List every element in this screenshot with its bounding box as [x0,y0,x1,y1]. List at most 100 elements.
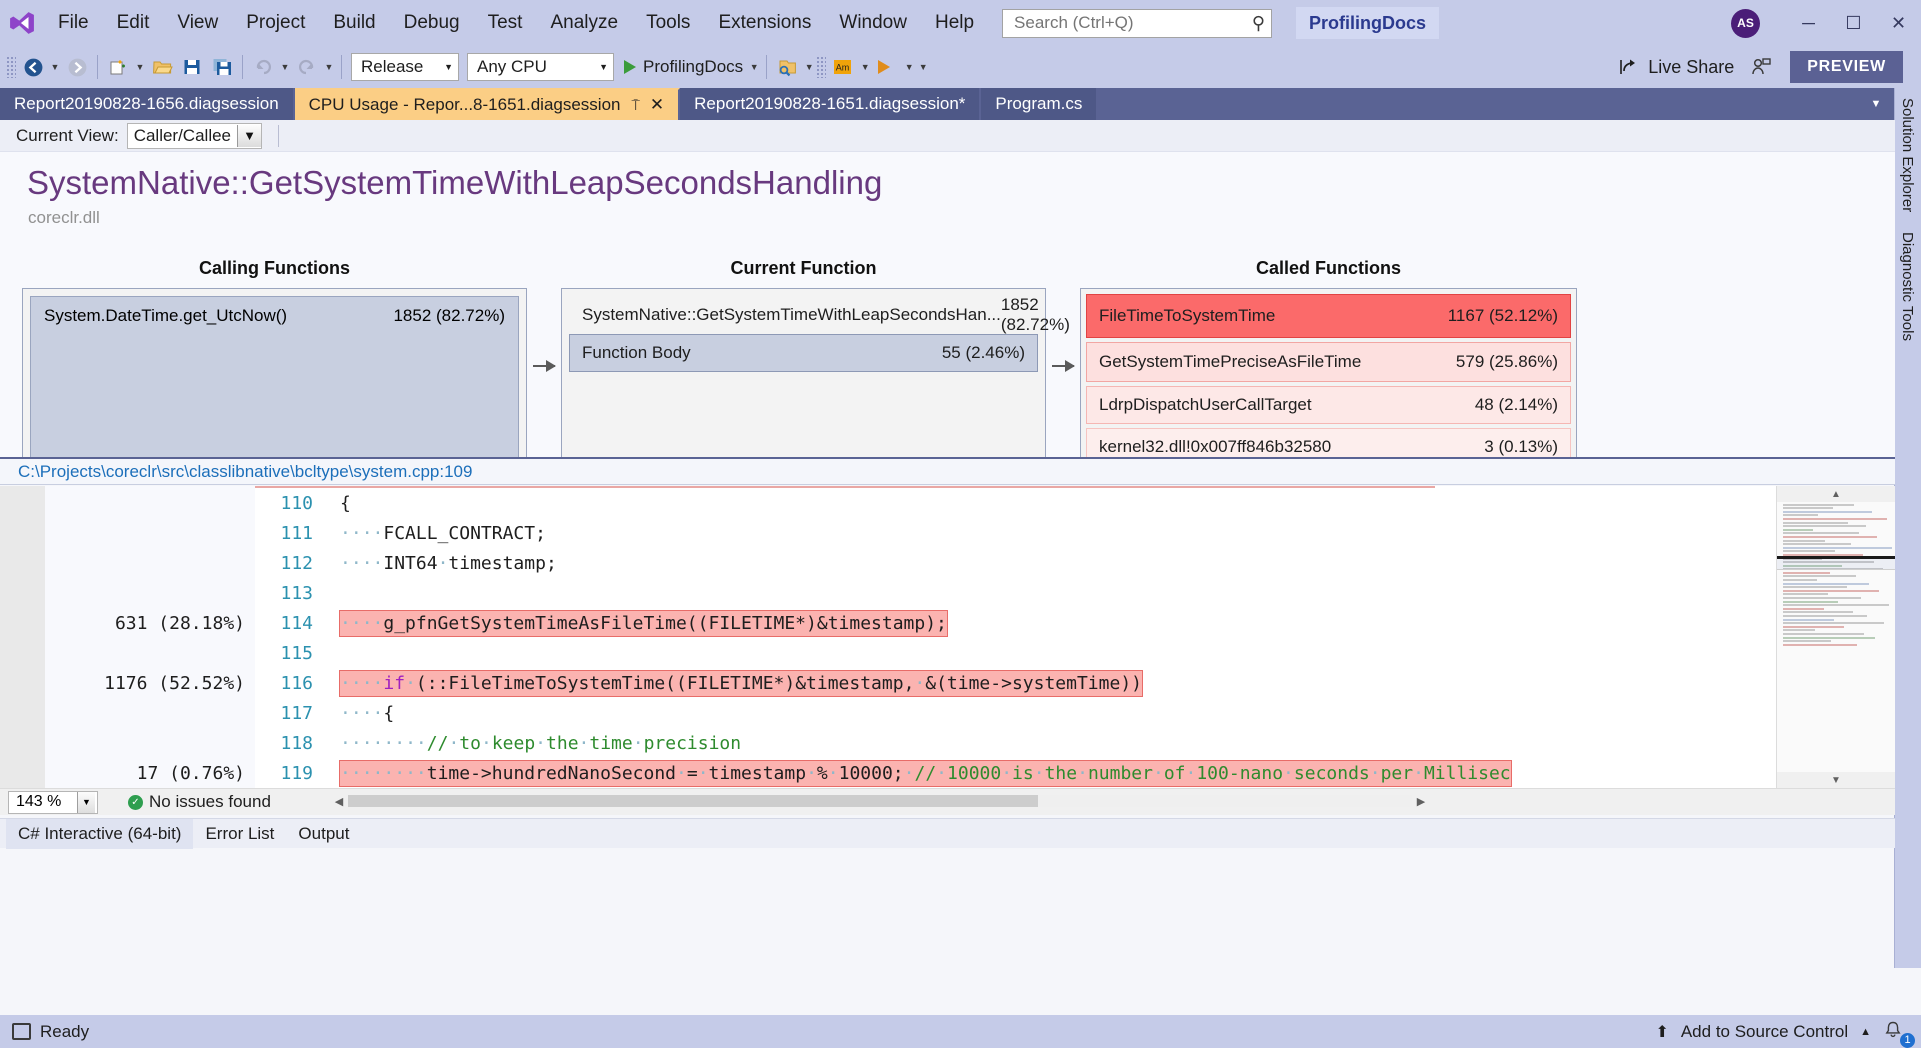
minimap-line [1783,589,1879,592]
menu-debug[interactable]: Debug [390,0,474,46]
zoom-level-combo[interactable]: 143 % ▼ [8,790,98,814]
undo-icon[interactable] [248,51,278,83]
menu-build[interactable]: Build [319,0,389,46]
tab-report-1656[interactable]: Report20190828-1656.diagsession [0,88,295,120]
notifications-button[interactable]: 1 [1883,1020,1915,1048]
live-share-button[interactable]: Live Share [1607,50,1746,84]
undo-dropdown-icon[interactable]: ▼ [278,51,292,83]
code-line[interactable]: 631 (28.18%) 114 ····g_pfnGetSystemTimeAsF… [0,608,1895,638]
chevron-down-icon[interactable]: ▼ [237,124,262,147]
save-all-icon[interactable] [207,51,237,83]
start-debugging-button[interactable]: ProfilingDocs [618,51,747,83]
issues-label: No issues found [149,792,271,811]
code-line[interactable]: 110 { [0,488,1895,518]
redo-dropdown-icon[interactable]: ▼ [322,51,336,83]
hscroll-track[interactable] [348,795,1412,807]
code-line[interactable]: 113 [0,578,1895,608]
code-editor[interactable]: 110 {111 ····FCALL_CONTRACT; 112 ····INT64·t… [0,486,1895,788]
toolbar-separator [97,55,98,79]
toolbar-grip-handle[interactable] [6,56,16,78]
tab-error-list[interactable]: Error List [193,819,286,849]
menu-tools[interactable]: Tools [632,0,704,46]
solution-configuration-combo[interactable]: Release ▼ [351,53,459,81]
redo-icon[interactable] [292,51,322,83]
navigate-backward-icon[interactable] [18,51,48,83]
avatar[interactable]: AS [1731,8,1760,38]
navigate-backward-dropdown-icon[interactable]: ▼ [48,51,62,83]
dock-diagnostic-tools[interactable]: Diagnostic Tools [1895,222,1920,351]
editor-minimap[interactable]: ▲ ▼ [1776,486,1895,788]
save-icon[interactable] [177,51,207,83]
scroll-up-icon[interactable]: ▲ [1777,486,1895,502]
toolbar-separator [278,124,280,147]
tab-report-1651[interactable]: Report20190828-1651.diagsession* [680,88,982,120]
search-input[interactable] [1012,12,1252,34]
issues-status[interactable]: ✓ No issues found [128,792,271,812]
toolbar-overflow-icon[interactable]: ▼ [916,51,930,83]
menu-edit[interactable]: Edit [103,0,164,46]
solution-platform-combo[interactable]: Any CPU ▼ [467,53,614,81]
hscroll-thumb[interactable] [348,795,1038,807]
code-line[interactable]: 17 (0.76%) 119 ········time->hundredNanoSe… [0,758,1895,788]
send-feedback-icon[interactable] [1746,51,1776,83]
source-file-path-bar[interactable]: C:\Projects\coreclr\src\classlibnative\b… [0,457,1895,485]
pin-icon[interactable]: ⍑ [632,97,640,114]
scroll-right-icon[interactable]: ▶ [1412,795,1430,808]
maximize-button[interactable]: ☐ [1831,0,1876,46]
tab-overflow-chevron-icon[interactable]: ▼ [1865,88,1887,120]
minimap-viewport[interactable] [1777,556,1895,570]
current-view-select[interactable]: Caller/Callee ▼ [126,122,263,149]
intellitest-dropdown-icon[interactable]: ▼ [858,51,872,83]
chevron-down-icon[interactable]: ▼ [77,791,95,813]
menu-project[interactable]: Project [232,0,319,46]
code-line[interactable]: 115 [0,638,1895,668]
menu-view[interactable]: View [163,0,232,46]
minimap-line [1783,618,1834,621]
start-target-dropdown-icon[interactable]: ▼ [747,51,761,83]
close-icon[interactable]: ✕ [650,95,664,115]
menu-window[interactable]: Window [825,0,921,46]
menu-file[interactable]: File [44,0,103,46]
new-project-icon[interactable] [103,51,133,83]
scroll-down-icon[interactable]: ▼ [1777,772,1895,788]
code-line[interactable]: 111 ····FCALL_CONTRACT; [0,518,1895,548]
attach-dropdown-icon[interactable]: ▼ [802,51,816,83]
run-tests-dropdown-icon[interactable]: ▼ [902,51,916,83]
menu-extensions[interactable]: Extensions [704,0,825,46]
new-project-dropdown-icon[interactable]: ▼ [133,51,147,83]
dock-solution-explorer[interactable]: Solution Explorer [1895,88,1920,222]
tab-csharp-interactive[interactable]: C# Interactive (64-bit) [6,818,194,849]
run-tests-icon[interactable] [872,51,902,83]
chevron-up-icon[interactable]: ▲ [1860,1026,1871,1038]
current-function-row[interactable]: SystemNative::GetSystemTimeWithLeapSecon… [569,295,1070,334]
editor-horizontal-scrollbar[interactable]: ◀ ▶ [330,788,1430,814]
code-line[interactable]: 117 ····{ [0,698,1895,728]
close-button[interactable]: ✕ [1876,0,1921,46]
function-body-row[interactable]: Function Body 55 (2.46%) [569,334,1038,372]
called-function-row[interactable]: FileTimeToSystemTime 1167 (52.12%) [1086,294,1571,338]
tab-program-cs[interactable]: Program.cs [981,88,1099,120]
menu-help[interactable]: Help [921,0,988,46]
tab-cpu-usage-report[interactable]: CPU Usage - Repor...8-1651.diagsession ⍑… [294,88,681,120]
navigate-forward-icon[interactable] [62,51,92,83]
called-function-row[interactable]: LdrpDispatchUserCallTarget 48 (2.14%) [1086,386,1571,424]
line-number: 114 [280,612,313,634]
toolbar-grip-handle[interactable] [816,56,827,78]
code-line[interactable]: 1176 (52.52%) 116 ····if·(::FileTimeToSyst… [0,668,1895,698]
add-to-source-control-label[interactable]: Add to Source Control [1681,1022,1848,1042]
menu-analyze[interactable]: Analyze [536,0,632,46]
called-function-row[interactable]: GetSystemTimePreciseAsFileTime 579 (25.8… [1086,342,1571,382]
module-name: coreclr.dll [28,208,100,227]
toolbar-separator [341,55,342,79]
code-line[interactable]: 118 ········//·to·keep·the·time·precision [0,728,1895,758]
intellitest-icon[interactable]: Am [828,51,858,83]
menu-test[interactable]: Test [474,0,537,46]
calling-function-row[interactable]: System.DateTime.get_UtcNow() 1852 (82.72… [30,296,519,462]
attach-to-process-icon[interactable] [772,51,802,83]
global-search-box[interactable]: ⚲ [1002,8,1273,38]
tab-output[interactable]: Output [286,819,361,849]
scroll-left-icon[interactable]: ◀ [330,795,348,808]
minimize-button[interactable]: ─ [1786,0,1831,46]
code-line[interactable]: 112 ····INT64·timestamp; [0,548,1895,578]
open-file-icon[interactable] [147,51,177,83]
